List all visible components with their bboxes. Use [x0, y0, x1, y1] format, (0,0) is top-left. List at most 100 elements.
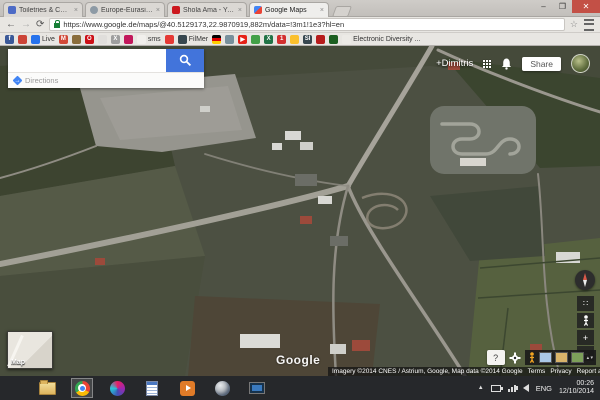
- compass-control[interactable]: [575, 270, 595, 290]
- back-button[interactable]: ←: [6, 20, 16, 30]
- bookmark-favicon[interactable]: [251, 35, 260, 44]
- carousel-collapse-icon[interactable]: ▴ ▾: [587, 356, 593, 360]
- window-controls: – ❐ ✕: [534, 0, 600, 13]
- zoom-in-button[interactable]: +: [577, 330, 594, 345]
- maps-top-right: +Dimitris Share: [436, 54, 590, 73]
- apps-grid-icon[interactable]: [483, 60, 491, 68]
- bookmark-favicon[interactable]: [98, 35, 107, 44]
- map-satellite-toggle[interactable]: Map: [7, 331, 53, 369]
- directions-icon: →: [13, 76, 23, 86]
- play-icon: [180, 381, 195, 396]
- directions-row[interactable]: → Directions: [8, 72, 204, 88]
- reload-button[interactable]: ⟳: [36, 20, 44, 30]
- system-tray: ▲ ENG 00:26 12/10/2014: [478, 380, 600, 396]
- imagery-thumbnail[interactable]: [555, 352, 568, 363]
- bookmark-favicon[interactable]: [290, 35, 299, 44]
- bookmark-favicon[interactable]: f: [5, 35, 14, 44]
- bookmark-favicon[interactable]: SI: [303, 35, 312, 44]
- url-text: https://www.google.de/maps/@40.5129173,2…: [63, 20, 344, 29]
- restore-button[interactable]: ❐: [553, 0, 572, 13]
- new-tab-button[interactable]: [332, 6, 352, 17]
- taskbar-icon-gray-app[interactable]: [211, 378, 233, 398]
- tab-close-icon[interactable]: ×: [156, 7, 160, 14]
- bookmark-favicon[interactable]: Electronic Diversity ...: [342, 35, 420, 44]
- chrome-menu-icon[interactable]: [584, 19, 594, 31]
- bookmark-favicon[interactable]: M: [59, 35, 68, 44]
- bookmark-favicon[interactable]: [165, 35, 174, 44]
- bookmark-star-icon[interactable]: ☆: [570, 20, 578, 29]
- tab-favicon: [8, 6, 16, 14]
- bookmark-favicon[interactable]: [225, 35, 234, 44]
- imagery-credit: Imagery ©2014 CNES / Astrium, Google, Ma…: [332, 368, 523, 375]
- bookmark-favicon[interactable]: 1: [277, 35, 286, 44]
- search-input[interactable]: [8, 49, 166, 72]
- bookmark-favicon[interactable]: X: [111, 35, 120, 44]
- language-indicator[interactable]: ENG: [536, 384, 552, 393]
- privacy-link[interactable]: Privacy: [550, 368, 571, 375]
- power-icon[interactable]: [491, 385, 501, 392]
- map-toggle-label: Map: [11, 359, 25, 366]
- tab-close-icon[interactable]: ×: [74, 7, 78, 14]
- bookmark-favicon[interactable]: O: [85, 35, 94, 44]
- close-window-button[interactable]: ✕: [572, 0, 600, 13]
- map-viewport[interactable]: → Directions +Dimitris Share ∷: [0, 46, 600, 376]
- explore-bar: ? ▴ ▾: [487, 350, 596, 365]
- hidden-icons-chevron[interactable]: ▲: [478, 385, 484, 391]
- clock[interactable]: 00:26 12/10/2014: [559, 380, 594, 396]
- minimize-button[interactable]: –: [534, 0, 553, 13]
- tab-youtube-shola-ama[interactable]: Shola Ama - You Might N ×: [167, 2, 247, 17]
- bookmark-favicon[interactable]: [72, 35, 81, 44]
- bookmark-favicon[interactable]: [212, 35, 221, 44]
- help-button[interactable]: ?: [487, 350, 505, 365]
- bookmark-favicon[interactable]: ▶: [238, 35, 247, 44]
- pegman-orange-icon[interactable]: [528, 352, 536, 363]
- settings-gear-icon[interactable]: [509, 352, 521, 364]
- attribution-bar: Imagery ©2014 CNES / Astrium, Google, Ma…: [328, 367, 600, 376]
- bookmark-favicon[interactable]: [124, 35, 133, 44]
- volume-icon[interactable]: [523, 384, 529, 392]
- taskbar-icon-player-app[interactable]: [176, 378, 198, 398]
- profile-name[interactable]: +Dimitris: [436, 58, 473, 69]
- bookmark-favicon[interactable]: [316, 35, 325, 44]
- search-button[interactable]: [166, 49, 204, 72]
- notifications-bell-icon[interactable]: [501, 58, 512, 70]
- report-problem-link[interactable]: Report a problem: [577, 368, 600, 375]
- bookmark-favicon[interactable]: FilMer: [178, 35, 208, 44]
- satellite-map[interactable]: [0, 46, 600, 376]
- bookmark-favicon[interactable]: X: [264, 35, 273, 44]
- taskbar-icon-monitor-app[interactable]: [246, 378, 268, 398]
- share-button[interactable]: Share: [522, 57, 561, 71]
- taskbar-icon-file-explorer[interactable]: [36, 378, 58, 398]
- tilt-button[interactable]: ∷: [577, 296, 594, 311]
- bookmark-favicon[interactable]: Live: [31, 35, 55, 44]
- tab-europe-eurasia[interactable]: Europe-Eurasia | USEmba ×: [85, 2, 165, 17]
- bookmarks-bar: fLiveMOXsmsFilMer▶X1SIElectronic Diversi…: [0, 33, 600, 46]
- tab-google-maps[interactable]: Google Maps ×: [249, 2, 329, 17]
- monitor-icon: [249, 382, 265, 394]
- taskbar-icon-document-app[interactable]: [141, 378, 163, 398]
- tab-close-icon[interactable]: ×: [238, 7, 242, 14]
- chrome-icon: [75, 381, 90, 396]
- taskbar-icon-chrome[interactable]: [71, 378, 93, 398]
- https-lock-icon: [54, 23, 60, 28]
- swoosh-icon: [215, 381, 230, 396]
- tab-close-icon[interactable]: ×: [320, 7, 324, 14]
- tab-toiletries[interactable]: Toiletries & Colognes | Al ×: [3, 2, 83, 17]
- bookmark-favicon[interactable]: sms: [137, 35, 161, 44]
- bookmark-favicon[interactable]: [329, 35, 338, 44]
- tab-label: Toiletries & Colognes | Al: [19, 7, 71, 14]
- avatar[interactable]: [571, 54, 590, 73]
- google-watermark: Google: [276, 353, 320, 367]
- tab-label: Google Maps: [265, 7, 317, 14]
- folder-icon: [39, 382, 56, 395]
- tray-time: 00:26: [559, 380, 594, 388]
- taskbar-icon-media-app[interactable]: [106, 378, 128, 398]
- bookmark-favicon[interactable]: [18, 35, 27, 44]
- forward-button[interactable]: →: [21, 20, 31, 30]
- pegman-button[interactable]: [577, 313, 594, 328]
- imagery-thumbnail[interactable]: [539, 352, 552, 363]
- address-bar[interactable]: https://www.google.de/maps/@40.5129173,2…: [49, 18, 565, 31]
- imagery-thumbnail[interactable]: [571, 352, 584, 363]
- terms-link[interactable]: Terms: [528, 368, 546, 375]
- directions-label: Directions: [25, 76, 58, 85]
